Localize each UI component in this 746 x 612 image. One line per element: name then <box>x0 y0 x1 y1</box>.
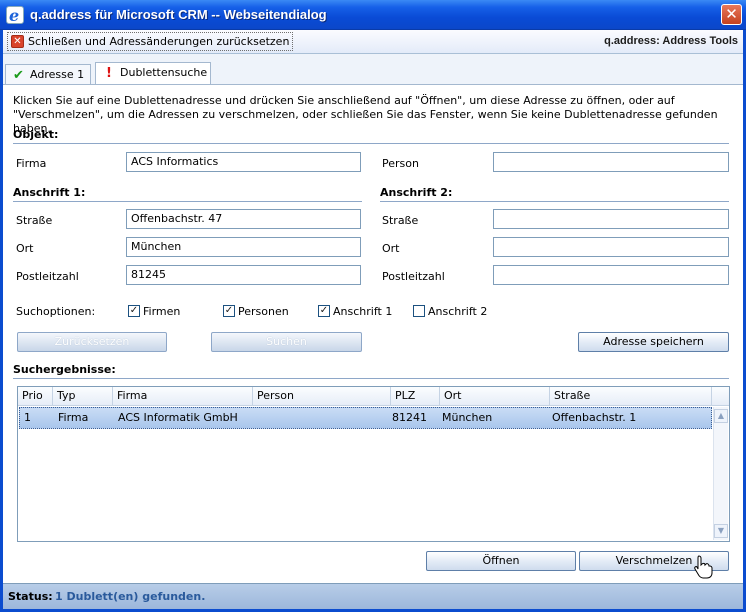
status-label: Status: <box>8 590 53 603</box>
window-title: q.address für Microsoft CRM -- Webseiten… <box>30 7 327 22</box>
ort-2-input[interactable] <box>493 237 729 257</box>
option-anschrift-2-label: Anschrift 2 <box>428 305 488 318</box>
checkbox-box <box>318 305 330 317</box>
anschrift-1-divider <box>13 201 362 202</box>
status-value: 1 Dublett(en) gefunden. <box>55 590 206 603</box>
cell-plz: 81241 <box>392 411 427 424</box>
option-personen-label: Personen <box>238 305 289 318</box>
option-firmen-label: Firmen <box>143 305 181 318</box>
checkbox-box <box>128 305 140 317</box>
objekt-divider <box>13 143 729 144</box>
reset-button[interactable]: Zurücksetzen <box>17 332 167 352</box>
anschrift-2-heading: Anschrift 2: <box>380 186 453 199</box>
scroll-down-icon[interactable]: ▼ <box>714 524 728 538</box>
strasse-2-input[interactable] <box>493 209 729 229</box>
ie-icon: e <box>6 6 24 25</box>
plz-1-label: Postleitzahl <box>16 270 79 283</box>
close-and-reset-label: Schließen und Adressänderungen zurückset… <box>28 35 290 48</box>
ort-1-label: Ort <box>16 242 34 255</box>
plz-2-input[interactable] <box>493 265 729 285</box>
tab-adresse-1-label: Adresse 1 <box>30 68 85 81</box>
tab-dublettensuche-label: Dublettensuche <box>120 66 208 79</box>
results-divider <box>13 378 729 379</box>
tab-adresse-1[interactable]: ✔ Adresse 1 <box>5 64 91 84</box>
results-grid: Prio Typ Firma Person PLZ Ort Straße 1 F… <box>17 386 730 542</box>
strasse-2-label: Straße <box>382 214 419 227</box>
col-prio[interactable]: Prio <box>18 387 53 405</box>
intro-text: Klicken Sie auf eine Dublettenadresse un… <box>13 94 718 135</box>
option-personen-checkbox[interactable]: Personen <box>223 305 289 318</box>
strasse-1-input[interactable]: Offenbachstr. 47 <box>126 209 361 229</box>
checkbox-box <box>223 305 235 317</box>
col-ort[interactable]: Ort <box>440 387 550 405</box>
option-anschrift-1-checkbox[interactable]: Anschrift 1 <box>318 305 392 318</box>
col-firma[interactable]: Firma <box>113 387 253 405</box>
objekt-heading: Objekt: <box>13 128 59 141</box>
checkmark-icon: ✔ <box>13 68 24 83</box>
col-typ[interactable]: Typ <box>53 387 113 405</box>
cell-typ: Firma <box>58 411 89 424</box>
ort-1-input[interactable]: München <box>126 237 361 257</box>
strasse-1-label: Straße <box>16 214 53 227</box>
cell-person <box>254 408 258 428</box>
suchoptionen-label: Suchoptionen: <box>16 305 96 318</box>
firma-label: Firma <box>16 157 47 170</box>
table-row[interactable]: 1 Firma ACS Informatik GmbH 81241 Münche… <box>19 407 712 429</box>
anschrift-2-divider <box>380 201 729 202</box>
results-scrollbar[interactable]: ▲ ▼ <box>713 407 728 540</box>
col-strasse[interactable]: Straße <box>550 387 712 405</box>
option-anschrift-2-checkbox[interactable]: Anschrift 2 <box>413 305 487 318</box>
option-firmen-checkbox[interactable]: Firmen <box>128 305 180 318</box>
brand-label: q.address: Address Tools <box>604 35 738 47</box>
status-bar: Status: 1 Dublett(en) gefunden. <box>3 583 743 609</box>
col-plz[interactable]: PLZ <box>391 387 440 405</box>
open-button[interactable]: Öffnen <box>426 551 576 571</box>
close-and-reset-button[interactable]: ✕ Schließen und Adressänderungen zurücks… <box>7 32 294 51</box>
cell-ort: München <box>442 411 493 424</box>
close-icon: ✕ <box>11 35 24 48</box>
tab-strip: ✔ Adresse 1 ! Dublettensuche <box>3 54 743 85</box>
cell-firma: ACS Informatik GmbH <box>118 411 238 424</box>
option-anschrift-1-label: Anschrift 1 <box>333 305 393 318</box>
col-person[interactable]: Person <box>253 387 391 405</box>
scroll-up-icon[interactable]: ▲ <box>714 409 728 423</box>
person-input[interactable] <box>493 152 729 172</box>
tab-dublettensuche[interactable]: ! Dublettensuche <box>95 62 211 85</box>
hand-cursor-icon <box>694 555 713 579</box>
cell-prio: 1 <box>24 411 31 424</box>
results-heading: Suchergebnisse: <box>13 363 116 376</box>
anschrift-1-heading: Anschrift 1: <box>13 186 86 199</box>
close-window-button[interactable]: ✕ <box>721 4 742 25</box>
toolbar: ✕ Schließen und Adressänderungen zurücks… <box>3 30 743 54</box>
dialog-content: Klicken Sie auf eine Dublettenadresse un… <box>3 85 743 583</box>
plz-2-label: Postleitzahl <box>382 270 445 283</box>
search-button[interactable]: Suchen <box>211 332 362 352</box>
plz-1-input[interactable]: 81245 <box>126 265 361 285</box>
cell-strasse: Offenbachstr. 1 <box>552 411 637 424</box>
person-label: Person <box>382 157 419 170</box>
checkbox-box <box>413 305 425 317</box>
title-bar: e q.address für Microsoft CRM -- Webseit… <box>0 0 746 30</box>
ort-2-label: Ort <box>382 242 400 255</box>
save-address-button[interactable]: Adresse speichern <box>578 332 729 352</box>
exclamation-icon: ! <box>106 66 112 81</box>
firma-input[interactable]: ACS Informatics <box>126 152 361 172</box>
results-header: Prio Typ Firma Person PLZ Ort Straße <box>18 387 729 406</box>
